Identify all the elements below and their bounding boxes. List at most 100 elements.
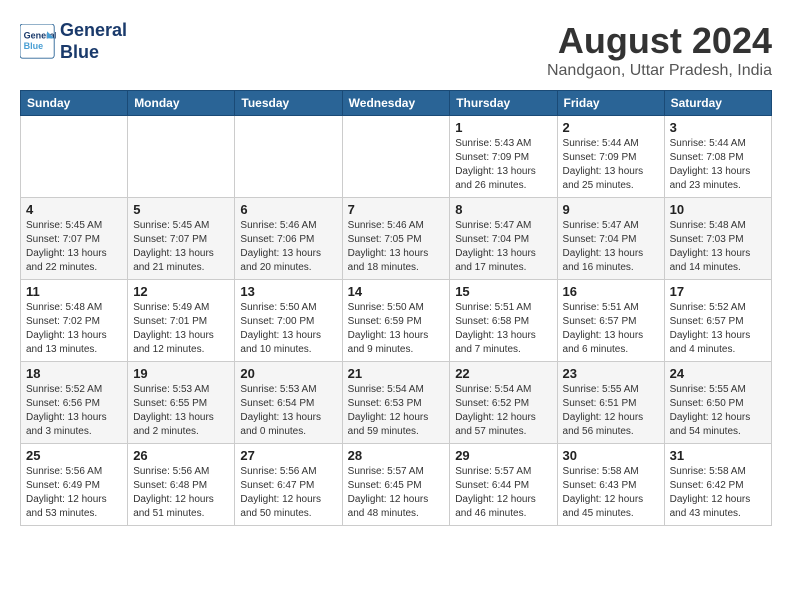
- calendar-cell: [235, 116, 342, 198]
- calendar-header-row: SundayMondayTuesdayWednesdayThursdayFrid…: [21, 91, 772, 116]
- calendar-cell: 24Sunrise: 5:55 AM Sunset: 6:50 PM Dayli…: [664, 362, 771, 444]
- day-number: 7: [348, 202, 445, 217]
- day-info: Sunrise: 5:56 AM Sunset: 6:49 PM Dayligh…: [26, 465, 122, 521]
- weekday-header-sunday: Sunday: [21, 91, 128, 116]
- weekday-header-monday: Monday: [128, 91, 235, 116]
- logo-text: General Blue: [60, 20, 127, 63]
- weekday-header-thursday: Thursday: [450, 91, 557, 116]
- day-number: 16: [563, 284, 659, 299]
- day-number: 28: [348, 448, 445, 463]
- calendar-cell: 26Sunrise: 5:56 AM Sunset: 6:48 PM Dayli…: [128, 444, 235, 526]
- weekday-header-wednesday: Wednesday: [342, 91, 450, 116]
- calendar-cell: 10Sunrise: 5:48 AM Sunset: 7:03 PM Dayli…: [664, 198, 771, 280]
- calendar-cell: 25Sunrise: 5:56 AM Sunset: 6:49 PM Dayli…: [21, 444, 128, 526]
- day-info: Sunrise: 5:53 AM Sunset: 6:55 PM Dayligh…: [133, 383, 229, 439]
- calendar-cell: 20Sunrise: 5:53 AM Sunset: 6:54 PM Dayli…: [235, 362, 342, 444]
- calendar-cell: 27 Sunrise: 5:56 AM Sunset: 6:47 PM Dayli…: [235, 444, 342, 526]
- day-info: Sunrise: 5:58 AM Sunset: 6:42 PM Dayligh…: [670, 465, 766, 521]
- calendar-cell: 17 Sunrise: 5:52 AM Sunset: 6:57 PM Dayli…: [664, 280, 771, 362]
- weekday-header-tuesday: Tuesday: [235, 91, 342, 116]
- calendar-week-row: 18Sunrise: 5:52 AM Sunset: 6:56 PM Dayli…: [21, 362, 772, 444]
- day-info: Sunrise: 5:50 AM Sunset: 6:59 PM Dayligh…: [348, 301, 445, 357]
- calendar-cell: 14 Sunrise: 5:50 AM Sunset: 6:59 PM Dayli…: [342, 280, 450, 362]
- day-info: Sunrise: 5:51 AM Sunset: 6:58 PM Dayligh…: [455, 301, 551, 357]
- day-number: 12: [133, 284, 229, 299]
- day-number: 14: [348, 284, 445, 299]
- day-info: Sunrise: 5:44 AM Sunset: 7:09 PM Dayligh…: [563, 137, 659, 193]
- calendar-week-row: 11 Sunrise: 5:48 AM Sunset: 7:02 PM Dayli…: [21, 280, 772, 362]
- day-number: 20: [240, 366, 336, 381]
- day-number: 21: [348, 366, 445, 381]
- logo-icon: General Blue: [20, 24, 56, 60]
- day-number: 27: [240, 448, 336, 463]
- calendar-cell: 7 Sunrise: 5:46 AM Sunset: 7:05 PM Daylig…: [342, 198, 450, 280]
- day-info: Sunrise: 5:48 AM Sunset: 7:02 PM Dayligh…: [26, 301, 122, 357]
- day-info: Sunrise: 5:50 AM Sunset: 7:00 PM Dayligh…: [240, 301, 336, 357]
- calendar-week-row: 25Sunrise: 5:56 AM Sunset: 6:49 PM Dayli…: [21, 444, 772, 526]
- day-number: 5: [133, 202, 229, 217]
- day-info: Sunrise: 5:56 AM Sunset: 6:47 PM Dayligh…: [240, 465, 336, 521]
- calendar-cell: [128, 116, 235, 198]
- day-info: Sunrise: 5:52 AM Sunset: 6:57 PM Dayligh…: [670, 301, 766, 357]
- day-info: Sunrise: 5:47 AM Sunset: 7:04 PM Dayligh…: [455, 219, 551, 275]
- page-header: General Blue General Blue August 2024 Na…: [20, 20, 772, 80]
- calendar-cell: [342, 116, 450, 198]
- day-number: 3: [670, 120, 766, 135]
- day-number: 18: [26, 366, 122, 381]
- day-info: Sunrise: 5:57 AM Sunset: 6:44 PM Dayligh…: [455, 465, 551, 521]
- day-number: 13: [240, 284, 336, 299]
- day-number: 30: [563, 448, 659, 463]
- calendar-week-row: 1 Sunrise: 5:43 AM Sunset: 7:09 PM Daylig…: [21, 116, 772, 198]
- day-number: 19: [133, 366, 229, 381]
- calendar-cell: 2 Sunrise: 5:44 AM Sunset: 7:09 PM Daylig…: [557, 116, 664, 198]
- day-info: Sunrise: 5:48 AM Sunset: 7:03 PM Dayligh…: [670, 219, 766, 275]
- calendar-cell: 28 Sunrise: 5:57 AM Sunset: 6:45 PM Dayli…: [342, 444, 450, 526]
- calendar-cell: 31 Sunrise: 5:58 AM Sunset: 6:42 PM Dayli…: [664, 444, 771, 526]
- day-number: 15: [455, 284, 551, 299]
- calendar-week-row: 4 Sunrise: 5:45 AM Sunset: 7:07 PM Daylig…: [21, 198, 772, 280]
- calendar-cell: 16 Sunrise: 5:51 AM Sunset: 6:57 PM Dayli…: [557, 280, 664, 362]
- calendar-cell: 13 Sunrise: 5:50 AM Sunset: 7:00 PM Dayli…: [235, 280, 342, 362]
- calendar-cell: 29 Sunrise: 5:57 AM Sunset: 6:44 PM Dayli…: [450, 444, 557, 526]
- day-info: Sunrise: 5:43 AM Sunset: 7:09 PM Dayligh…: [455, 137, 551, 193]
- month-year-title: August 2024: [547, 20, 772, 62]
- calendar-cell: 3 Sunrise: 5:44 AM Sunset: 7:08 PM Daylig…: [664, 116, 771, 198]
- calendar-cell: 19 Sunrise: 5:53 AM Sunset: 6:55 PM Dayli…: [128, 362, 235, 444]
- day-info: Sunrise: 5:57 AM Sunset: 6:45 PM Dayligh…: [348, 465, 445, 521]
- day-number: 17: [670, 284, 766, 299]
- day-info: Sunrise: 5:47 AM Sunset: 7:04 PM Dayligh…: [563, 219, 659, 275]
- calendar-cell: [21, 116, 128, 198]
- day-number: 23: [563, 366, 659, 381]
- weekday-header-saturday: Saturday: [664, 91, 771, 116]
- day-info: Sunrise: 5:46 AM Sunset: 7:05 PM Dayligh…: [348, 219, 445, 275]
- calendar-cell: 9 Sunrise: 5:47 AM Sunset: 7:04 PM Daylig…: [557, 198, 664, 280]
- location-title: Nandgaon, Uttar Pradesh, India: [547, 62, 772, 80]
- day-number: 11: [26, 284, 122, 299]
- logo: General Blue General Blue: [20, 20, 127, 63]
- calendar-cell: 30 Sunrise: 5:58 AM Sunset: 6:43 PM Dayli…: [557, 444, 664, 526]
- day-number: 26: [133, 448, 229, 463]
- calendar-table: SundayMondayTuesdayWednesdayThursdayFrid…: [20, 90, 772, 526]
- weekday-header-friday: Friday: [557, 91, 664, 116]
- day-number: 4: [26, 202, 122, 217]
- title-area: August 2024 Nandgaon, Uttar Pradesh, Ind…: [547, 20, 772, 80]
- calendar-cell: 5Sunrise: 5:45 AM Sunset: 7:07 PM Daylig…: [128, 198, 235, 280]
- day-number: 29: [455, 448, 551, 463]
- day-info: Sunrise: 5:45 AM Sunset: 7:07 PM Dayligh…: [26, 219, 122, 275]
- day-number: 9: [563, 202, 659, 217]
- calendar-cell: 6Sunrise: 5:46 AM Sunset: 7:06 PM Daylig…: [235, 198, 342, 280]
- day-number: 1: [455, 120, 551, 135]
- day-info: Sunrise: 5:58 AM Sunset: 6:43 PM Dayligh…: [563, 465, 659, 521]
- day-info: Sunrise: 5:55 AM Sunset: 6:50 PM Dayligh…: [670, 383, 766, 439]
- day-info: Sunrise: 5:51 AM Sunset: 6:57 PM Dayligh…: [563, 301, 659, 357]
- calendar-cell: 15 Sunrise: 5:51 AM Sunset: 6:58 PM Dayli…: [450, 280, 557, 362]
- day-number: 22: [455, 366, 551, 381]
- calendar-cell: 23Sunrise: 5:55 AM Sunset: 6:51 PM Dayli…: [557, 362, 664, 444]
- day-info: Sunrise: 5:54 AM Sunset: 6:53 PM Dayligh…: [348, 383, 445, 439]
- calendar-cell: 21 Sunrise: 5:54 AM Sunset: 6:53 PM Dayli…: [342, 362, 450, 444]
- day-number: 31: [670, 448, 766, 463]
- day-number: 2: [563, 120, 659, 135]
- day-number: 8: [455, 202, 551, 217]
- day-info: Sunrise: 5:44 AM Sunset: 7:08 PM Dayligh…: [670, 137, 766, 193]
- calendar-cell: 18Sunrise: 5:52 AM Sunset: 6:56 PM Dayli…: [21, 362, 128, 444]
